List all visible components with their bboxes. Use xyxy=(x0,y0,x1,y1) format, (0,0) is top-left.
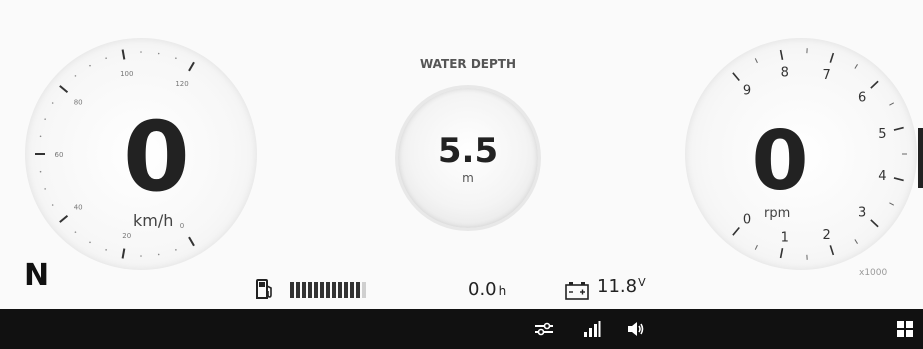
rpm-major-tick xyxy=(893,177,904,182)
speed-minor-tick xyxy=(39,170,42,173)
rpm-major-tick xyxy=(870,80,879,89)
rpm-major-tick xyxy=(779,49,784,60)
speed-minor-tick xyxy=(74,75,77,77)
speed-minor-tick xyxy=(140,51,142,53)
fuel-segment xyxy=(308,282,312,298)
rpm-minor-tick xyxy=(889,102,895,106)
speed-tick-label: 80 xyxy=(74,98,83,106)
battery-icon xyxy=(565,282,589,300)
fuel-pump-icon xyxy=(256,279,272,299)
rpm-multiplier: x1000 xyxy=(859,268,888,278)
fuel-segment xyxy=(314,282,318,298)
speed-major-tick xyxy=(59,214,69,223)
fuel-segment xyxy=(296,282,300,298)
rpm-tick-label: 9 xyxy=(743,84,751,99)
fuel-segment xyxy=(320,282,324,298)
apps-grid-icon[interactable] xyxy=(894,309,916,349)
rpm-tick-label: 3 xyxy=(858,206,866,221)
speed-tick-label: 0 xyxy=(180,222,184,230)
trim-icon[interactable] xyxy=(532,309,556,349)
speed-unit: km/h xyxy=(133,211,174,230)
speed-minor-tick xyxy=(44,118,46,120)
rpm-tick-label: 7 xyxy=(823,68,831,83)
fuel-segment xyxy=(332,282,336,298)
rpm-tick-label: 2 xyxy=(823,228,831,243)
speed-tick-label: 40 xyxy=(74,204,83,212)
speed-minor-tick xyxy=(175,57,177,59)
fuel-segment xyxy=(302,282,306,298)
fuel-segment xyxy=(356,282,360,298)
speed-minor-tick xyxy=(157,52,160,55)
engine-hours: 0.0 h xyxy=(468,279,506,300)
rpm-major-tick xyxy=(829,52,835,63)
water-depth-title: WATER DEPTH xyxy=(419,57,517,71)
speed-tick-label: 60 xyxy=(55,151,64,159)
rpm-major-tick xyxy=(732,72,740,81)
rpm-tick-label: 1 xyxy=(781,230,789,245)
water-depth-unit: m xyxy=(462,171,474,185)
signal-icon[interactable] xyxy=(580,309,604,349)
rpm-major-tick xyxy=(732,227,740,236)
speed-minor-tick xyxy=(89,64,91,67)
speed-minor-tick xyxy=(105,249,107,251)
battery-voltage-value: 11.8 xyxy=(597,276,638,297)
fuel-segment xyxy=(344,282,348,298)
fuel-level-bar xyxy=(290,282,366,298)
fuel-segment xyxy=(362,282,366,298)
gear-indicator: N xyxy=(24,258,50,293)
speed-major-tick xyxy=(188,61,195,72)
rpm-major-tick xyxy=(779,248,784,259)
rpm-minor-tick xyxy=(854,239,858,244)
engine-hours-unit: h xyxy=(498,284,507,298)
speed-minor-tick xyxy=(74,231,77,233)
water-depth-value: 5.5 xyxy=(437,131,499,171)
rpm-tick-label: 4 xyxy=(878,169,886,184)
rpm-minor-tick xyxy=(854,64,858,69)
speed-minor-tick xyxy=(51,102,54,104)
fuel-segment xyxy=(326,282,330,298)
rpm-readout: 0 xyxy=(751,114,809,209)
speed-readout: 0 xyxy=(123,101,190,213)
engine-hours-value: 0.0 xyxy=(468,279,497,300)
speed-minor-tick xyxy=(39,135,42,138)
rpm-minor-tick xyxy=(754,244,758,250)
battery-voltage: 11.8V xyxy=(597,276,646,297)
rpm-unit: rpm xyxy=(764,206,791,221)
rpm-major-tick xyxy=(870,219,879,228)
rpm-major-tick xyxy=(829,245,835,256)
speed-minor-tick xyxy=(157,253,160,256)
side-panel-handle[interactable] xyxy=(918,128,923,188)
rpm-major-tick xyxy=(893,126,904,131)
speed-tick-label: 120 xyxy=(175,80,188,88)
volume-icon[interactable] xyxy=(624,309,648,349)
rpm-minor-tick xyxy=(754,58,758,64)
speed-minor-tick xyxy=(105,57,107,59)
battery-voltage-unit: V xyxy=(638,276,646,289)
rpm-tick-label: 8 xyxy=(781,66,789,81)
speed-minor-tick xyxy=(140,255,142,257)
fuel-segment xyxy=(290,282,294,298)
fuel-segment xyxy=(338,282,342,298)
instrument-cluster: 0 20 40 60 80 100 120 0 km/h N WATER DEPTH 5.5… xyxy=(0,0,923,309)
bottom-bar xyxy=(0,309,923,349)
speed-tick-label: 100 xyxy=(120,70,133,78)
rpm-minor-tick xyxy=(889,202,895,206)
speed-major-tick xyxy=(121,248,126,259)
speed-minor-tick xyxy=(89,241,91,244)
rpm-tick-label: 6 xyxy=(858,90,866,105)
rpm-tick-label: 0 xyxy=(743,212,751,227)
speed-major-tick xyxy=(188,236,195,247)
speed-major-tick xyxy=(121,49,126,60)
rpm-tick-label: 5 xyxy=(878,127,886,142)
speed-major-tick xyxy=(59,85,69,94)
speed-minor-tick xyxy=(175,249,177,251)
speed-tick-label: 20 xyxy=(122,232,131,240)
speed-minor-tick xyxy=(44,188,46,190)
speed-minor-tick xyxy=(51,204,54,206)
fuel-segment xyxy=(350,282,354,298)
